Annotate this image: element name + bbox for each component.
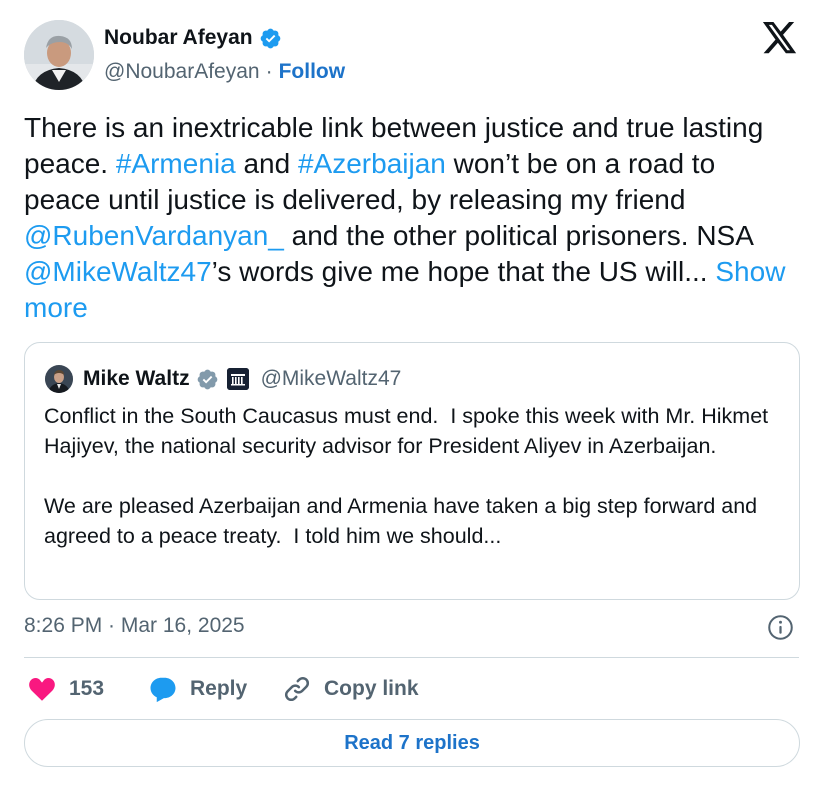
tweet-link[interactable]: @RubenVardanyan_ bbox=[24, 220, 284, 251]
tweet-text: There is an inextricable link between ju… bbox=[24, 110, 799, 326]
tweet-embed-card: Noubar Afeyan @NoubarAfeyan · Follow The… bbox=[0, 0, 823, 789]
tweet-text-segment: ’s words give me hope that the US will..… bbox=[211, 256, 716, 287]
tweet-link[interactable]: @MikeWaltz47 bbox=[24, 256, 212, 287]
tweet-timestamp[interactable]: 8:26 PM · Mar 16, 2025 bbox=[24, 614, 245, 638]
author-handle[interactable]: @NoubarAfeyan bbox=[104, 60, 260, 84]
heart-icon bbox=[29, 677, 55, 701]
quoted-author-name: Mike Waltz bbox=[83, 367, 190, 390]
reply-label: Reply bbox=[190, 677, 248, 700]
tweet-link[interactable]: #Azerbaijan bbox=[298, 148, 446, 179]
read-replies-label: Read 7 replies bbox=[344, 731, 480, 754]
read-replies-button[interactable]: Read 7 replies bbox=[24, 719, 800, 767]
divider bbox=[24, 657, 799, 658]
quoted-tweet[interactable]: Mike Waltz @MikeWaltz47 Conflict in the … bbox=[24, 342, 800, 600]
tweet-text-segment: and the other political prisoners. NSA bbox=[283, 220, 753, 251]
author-handle-row: @NoubarAfeyan · Follow bbox=[104, 60, 345, 84]
copy-link-label: Copy link bbox=[324, 677, 419, 700]
like-button[interactable]: 153 bbox=[27, 672, 104, 706]
copy-link-button[interactable]: Copy link bbox=[282, 672, 419, 706]
author-name[interactable]: Noubar Afeyan bbox=[104, 26, 253, 50]
tweet-link[interactable]: #Armenia bbox=[116, 148, 236, 179]
quoted-tweet-text: Conflict in the South Caucasus must end.… bbox=[44, 404, 769, 548]
verified-badge-icon bbox=[260, 28, 280, 48]
quoted-tweet-header: Mike Waltz @MikeWaltz47 bbox=[45, 365, 401, 393]
quoted-author-avatar bbox=[45, 365, 73, 393]
reply-bubble-icon bbox=[150, 677, 176, 703]
author-name-row: Noubar Afeyan bbox=[104, 26, 282, 50]
info-icon[interactable] bbox=[767, 614, 794, 641]
reply-button[interactable]: Reply bbox=[148, 672, 247, 706]
government-affiliation-icon bbox=[226, 368, 249, 390]
quoted-author-handle: @MikeWaltz47 bbox=[260, 367, 402, 390]
verified-badge-icon bbox=[197, 369, 217, 389]
tweet-text-segments: There is an inextricable link between ju… bbox=[24, 112, 763, 287]
author-avatar[interactable] bbox=[24, 20, 94, 90]
handle-separator: · bbox=[265, 60, 273, 83]
like-count: 153 bbox=[69, 677, 105, 700]
x-logo-icon[interactable] bbox=[762, 22, 798, 54]
tweet-text-segment: and bbox=[235, 148, 298, 179]
follow-button[interactable]: Follow bbox=[279, 60, 346, 84]
link-icon bbox=[284, 676, 310, 702]
